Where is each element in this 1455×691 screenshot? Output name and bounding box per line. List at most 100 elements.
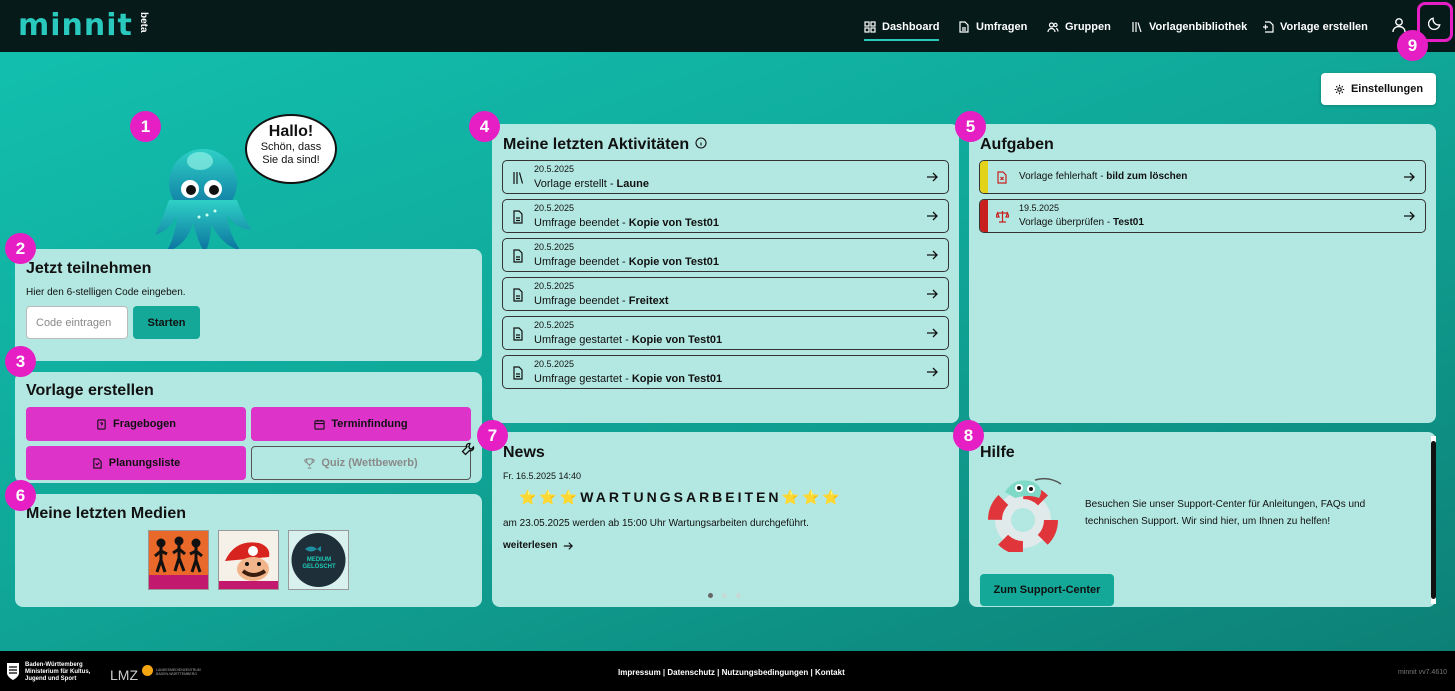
button-label: Planungsliste [108,457,181,469]
tour-badge-3: 3 [5,346,36,377]
speech-bubble: Hallo! Schön, dass Sie da sind! [245,114,337,184]
task-item[interactable]: 19.5.2025 Vorlage überprüfen - Test01 [979,199,1426,233]
activity-item[interactable]: 20.5.2025 Umfrage gestartet - Kopie von T… [502,355,949,389]
task-stripe [980,161,988,193]
deleted-media-label: MEDIUM GELÖSCHT [302,557,336,570]
arrow-right-icon [1404,172,1415,182]
media-thumbnail[interactable] [148,530,209,590]
news-body: am 23.05.2025 werden ab 15:00 Uhr Wartun… [503,518,809,529]
scale-icon [996,211,1009,223]
activity-text: Vorlage erstellt - Laune [534,178,649,190]
button-label: Terminfindung [331,418,408,430]
greeting-text: Hallo! [268,123,314,140]
nav-gruppen[interactable]: Gruppen [1047,17,1111,37]
scrollbar-thumb[interactable] [1431,441,1436,599]
nav-dashboard[interactable]: Dashboard [864,17,940,41]
document-icon [959,21,969,33]
greeting-line1: Schön, dass [260,141,322,153]
code-input[interactable] [26,306,128,339]
activity-date: 20.5.2025 [534,242,575,252]
help-title: Hilfe [980,444,1015,461]
gear-icon [1334,84,1345,94]
tour-badge-1: 1 [130,111,161,142]
support-center-button[interactable]: Zum Support-Center [980,574,1114,606]
activity-text: Umfrage gestartet - Kopie von Test01 [534,334,723,346]
tour-badge-4: 4 [469,111,500,142]
task-item[interactable]: Vorlage fehlerhaft - bild zum löschen [979,160,1426,194]
footer-links[interactable]: Impressum | Datenschutz | Nutzungsbeding… [618,668,845,677]
lifebuoy-octopus-icon [988,477,1062,552]
create-template-icon [1263,21,1274,33]
carousel-dot[interactable] [722,593,727,598]
activity-text: Umfrage gestartet - Kopie von Test01 [534,373,723,385]
activity-item[interactable]: 20.5.2025 Umfrage beendet - Kopie von Tes… [502,238,949,272]
fragebogen-button[interactable]: Fragebogen [26,407,246,441]
nav-vorlage-erstellen[interactable]: Vorlage erstellen [1262,17,1368,37]
news-card: News Fr. 16.5.2025 14:40 ⭐⭐⭐WARTUNGSARBE… [492,432,959,607]
activity-item[interactable]: 20.5.2025 Vorlage erstellt - Laune [502,160,949,194]
tour-badge-2: 2 [5,233,36,264]
questionnaire-icon [97,418,106,430]
lmz-subtitle: LANDESMEDIENZENTRUM BADEN-WÜRTTEMBERG [156,668,201,676]
join-card: Jetzt teilnehmen Hier den 6-stelligen Co… [15,249,482,361]
media-title: Meine letzten Medien [26,505,187,522]
dashboard-icon [864,21,876,33]
footer: Baden-Württemberg Ministerium für Kultus… [0,651,1455,691]
logo-text: minnit [18,8,133,43]
quiz-button[interactable]: Quiz (Wettbewerb) [251,446,471,480]
read-more-link[interactable]: weiterlesen [503,540,574,551]
nav-label: Vorlagenbibliothek [1149,21,1248,33]
scrollbar[interactable] [1431,436,1436,604]
settings-label: Einstellungen [1350,83,1424,95]
tour-badge-9: 9 [1397,30,1428,61]
carousel-dot-active[interactable] [708,593,713,598]
arrow-right-icon [927,211,938,221]
activity-date: 20.5.2025 [534,359,575,369]
media-thumbnail-deleted[interactable]: MEDIUM GELÖSCHT [288,530,349,590]
moon-icon [1427,16,1441,30]
tour-badge-5: 5 [955,111,986,142]
lmz-logo: LMZ [110,667,138,683]
trophy-icon [304,457,315,469]
activity-item[interactable]: 20.5.2025 Umfrage beendet - Kopie von Tes… [502,199,949,233]
activity-text: Umfrage beendet - Kopie von Test01 [534,256,720,268]
error-file-icon [997,171,1007,184]
news-title: News [503,444,545,461]
beta-label: beta [137,12,149,33]
media-thumbnail[interactable] [218,530,279,590]
planungsliste-button[interactable]: Planungsliste [26,446,246,480]
bw-coat-of-arms-icon [7,663,19,680]
ministry-name: Baden-Württemberg Ministerium für Kultus… [25,662,91,682]
nav-label: Dashboard [882,21,940,33]
library-icon [1132,22,1142,33]
survey-icon [513,366,523,380]
version-label: minnit vv7.4610 [1397,669,1447,676]
users-icon [1047,22,1059,33]
read-more-label: weiterlesen [503,540,558,551]
activity-item[interactable]: 20.5.2025 Umfrage gestartet - Kopie von T… [502,316,949,350]
start-button[interactable]: Starten [133,306,200,339]
nav-vorlagenbibliothek[interactable]: Vorlagenbibliothek [1131,17,1247,37]
arrow-right-icon [927,328,938,338]
activity-item[interactable]: 20.5.2025 Umfrage beendet - Freitext [502,277,949,311]
carousel-dots [708,593,741,598]
create-title: Vorlage erstellen [26,382,154,399]
news-date: Fr. 16.5.2025 14:40 [503,471,582,481]
info-icon[interactable] [695,137,707,149]
nav-label: Vorlage erstellen [1280,21,1368,33]
nav-umfragen[interactable]: Umfragen [958,17,1027,37]
arrow-right-icon [927,172,938,182]
activity-text: Umfrage beendet - Kopie von Test01 [534,217,720,229]
minnit-logo[interactable]: minnit beta [18,10,153,42]
activity-date: 20.5.2025 [534,203,575,213]
wrench-icon [461,442,475,456]
button-label: Fragebogen [113,418,176,430]
terminfindung-button[interactable]: Terminfindung [251,407,471,441]
news-headline: ⭐⭐⭐WARTUNGSARBEITEN⭐⭐⭐ [519,489,843,505]
task-stripe [980,200,988,232]
settings-button[interactable]: Einstellungen [1321,73,1436,105]
library-icon [513,172,524,184]
arrow-right-icon [927,289,938,299]
carousel-dot[interactable] [736,593,741,598]
survey-icon [513,249,523,263]
